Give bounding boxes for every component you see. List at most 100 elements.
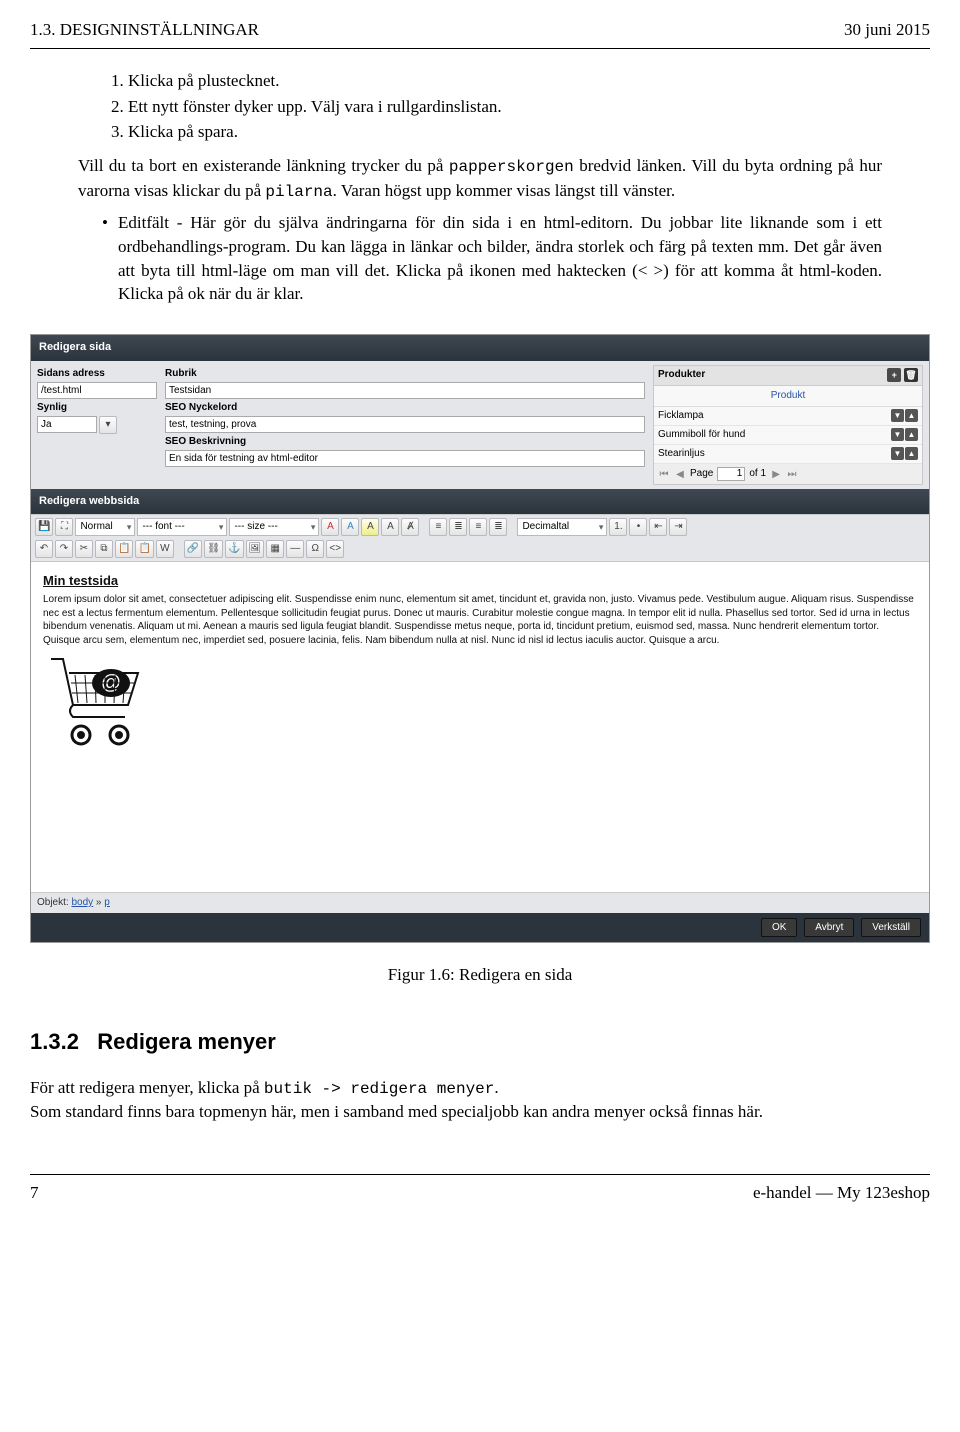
font-select[interactable]: --- font ---: [137, 518, 227, 536]
panel-title-redigera-webbsida: Redigera webbsida: [31, 489, 929, 514]
step-1: Klicka på plustecknet.: [128, 69, 882, 93]
editor-heading: Min testsida: [43, 572, 917, 590]
align-left-icon[interactable]: ≡: [429, 518, 447, 536]
label-seo-beskrivning: SEO Beskrivning: [165, 435, 645, 449]
section-heading: 1.3.2 Redigera menyer: [30, 1027, 930, 1058]
section-para-1: För att redigera menyer, klicka på butik…: [30, 1076, 930, 1100]
move-down-icon[interactable]: ▼: [891, 409, 904, 422]
text-color-icon[interactable]: A: [321, 518, 339, 536]
select-synlig-arrow-icon[interactable]: ▾: [99, 416, 117, 434]
steps-list: Klicka på plustecknet. Ett nytt fönster …: [78, 69, 882, 144]
list-ol-icon[interactable]: 1.: [609, 518, 627, 536]
delete-product-icon[interactable]: 🗑: [904, 368, 918, 382]
input-sidans-adress[interactable]: [37, 382, 157, 399]
shopping-cart-image: @: [43, 655, 917, 755]
label-rubrik: Rubrik: [165, 367, 645, 381]
shadow-icon[interactable]: A: [381, 518, 399, 536]
select-synlig[interactable]: Ja: [37, 416, 97, 433]
move-up-icon[interactable]: ▲: [905, 409, 918, 422]
footer-title: e-handel — My 123eshop: [753, 1181, 930, 1205]
highlight-icon[interactable]: A: [361, 518, 379, 536]
input-rubrik[interactable]: [165, 382, 645, 399]
move-up-icon[interactable]: ▲: [905, 428, 918, 441]
pager-label: Page: [690, 467, 713, 481]
step-3: Klicka på spara.: [128, 120, 882, 144]
pager-first-icon[interactable]: ⏮: [658, 468, 670, 480]
align-right-icon[interactable]: ≡: [469, 518, 487, 536]
products-panel: Produkter + 🗑 Produkt Ficklampa ▼▲ Gummi…: [653, 365, 923, 485]
product-row[interactable]: Stearinljus ▼▲: [654, 445, 922, 464]
add-product-icon[interactable]: +: [887, 368, 901, 382]
outdent-icon[interactable]: ⇤: [649, 518, 667, 536]
indent-icon[interactable]: ⇥: [669, 518, 687, 536]
pager-prev-icon[interactable]: ◀: [674, 468, 686, 480]
paragraph-editfield: Editfält - Här gör du själva ändringarna…: [118, 211, 882, 306]
text-color2-icon[interactable]: A: [341, 518, 359, 536]
step-2: Ett nytt fönster dyker upp. Välj vara i …: [128, 95, 882, 119]
move-up-icon[interactable]: ▲: [905, 447, 918, 460]
pager-last-icon[interactable]: ⏭: [786, 468, 798, 480]
ok-button[interactable]: OK: [761, 918, 797, 937]
product-column-header[interactable]: Produkt: [654, 386, 922, 407]
align-center-icon[interactable]: ≣: [449, 518, 467, 536]
cancel-button[interactable]: Avbryt: [804, 918, 854, 937]
header-left: 1.3. DESIGNINSTÄLLNINGAR: [30, 18, 259, 42]
mono-papperskorgen: papperskorgen: [449, 158, 574, 176]
link-icon[interactable]: 🔗: [184, 540, 202, 558]
page-number: 7: [30, 1181, 39, 1205]
pager-page-input[interactable]: [717, 467, 745, 481]
products-header: Produkter: [658, 368, 705, 382]
save-icon[interactable]: 💾: [35, 518, 53, 536]
unlink-icon[interactable]: ⛓: [204, 540, 223, 558]
copy-icon[interactable]: ⧉: [95, 540, 113, 558]
product-row[interactable]: Gummiboll för hund ▼▲: [654, 426, 922, 445]
html-source-icon[interactable]: <>: [326, 540, 344, 558]
mono-pilarna: pilarna: [265, 183, 332, 201]
undo-icon[interactable]: ↶: [35, 540, 53, 558]
redo-icon[interactable]: ↷: [55, 540, 73, 558]
hr-icon[interactable]: —: [286, 540, 304, 558]
input-seo-nyckelord[interactable]: [165, 416, 645, 433]
section-para-2: Som standard finns bara topmenyn här, me…: [30, 1100, 930, 1124]
label-seo-nyckelord: SEO Nyckelord: [165, 401, 645, 415]
list-ul-icon[interactable]: •: [629, 518, 647, 536]
apply-button[interactable]: Verkställ: [861, 918, 921, 937]
editor-paragraph: Lorem ipsum dolor sit amet, consectetuer…: [43, 593, 917, 647]
cut-icon[interactable]: ✂: [75, 540, 93, 558]
fullscreen-icon[interactable]: ⛶: [55, 518, 73, 536]
size-select[interactable]: --- size ---: [229, 518, 319, 536]
paste-word-icon[interactable]: W: [156, 540, 174, 558]
editor-content[interactable]: Min testsida Lorem ipsum dolor sit amet,…: [31, 562, 929, 892]
format-select[interactable]: Normal: [75, 518, 135, 536]
move-down-icon[interactable]: ▼: [891, 428, 904, 441]
move-down-icon[interactable]: ▼: [891, 447, 904, 460]
clear-format-icon[interactable]: Ⱥ: [401, 518, 419, 536]
dialog-buttons: OK Avbryt Verkställ: [31, 913, 929, 942]
form-area: Sidans adress Synlig Ja ▾ Rubrik SEO Nyc…: [31, 361, 929, 489]
special-char-icon[interactable]: Ω: [306, 540, 324, 558]
status-path-body[interactable]: body: [71, 897, 93, 908]
product-row[interactable]: Ficklampa ▼▲: [654, 407, 922, 426]
editor-toolbar: 💾 ⛶ Normal --- font --- --- size --- A A…: [31, 514, 929, 562]
status-path-p[interactable]: p: [104, 897, 110, 908]
image-icon[interactable]: 🖼: [246, 540, 265, 558]
pager-of: of 1: [749, 467, 766, 481]
products-pager: ⏮ ◀ Page of 1 ▶ ⏭: [654, 464, 922, 484]
input-seo-beskrivning[interactable]: [165, 450, 645, 467]
anchor-icon[interactable]: ⚓: [225, 540, 243, 558]
label-synlig: Synlig: [37, 401, 157, 415]
screenshot-redigera-sida: Redigera sida Sidans adress Synlig Ja ▾ …: [30, 334, 930, 943]
panel-title-redigera-sida: Redigera sida: [31, 335, 929, 360]
label-sidans-adress: Sidans adress: [37, 367, 157, 381]
list-style-select[interactable]: Decimaltal: [517, 518, 607, 536]
bullet-dot: •: [102, 211, 118, 306]
table-icon[interactable]: ▦: [266, 540, 284, 558]
header-rule: [30, 48, 930, 49]
paragraph-remove-link: Vill du ta bort en existerande länkning …: [78, 154, 882, 203]
figure-caption: Figur 1.6: Redigera en sida: [30, 963, 930, 987]
editor-status-bar: Objekt: body » p: [31, 892, 929, 913]
pager-next-icon[interactable]: ▶: [770, 468, 782, 480]
paste-icon[interactable]: 📋: [115, 540, 133, 558]
align-justify-icon[interactable]: ≣: [489, 518, 507, 536]
paste-text-icon[interactable]: 📋: [135, 540, 153, 558]
